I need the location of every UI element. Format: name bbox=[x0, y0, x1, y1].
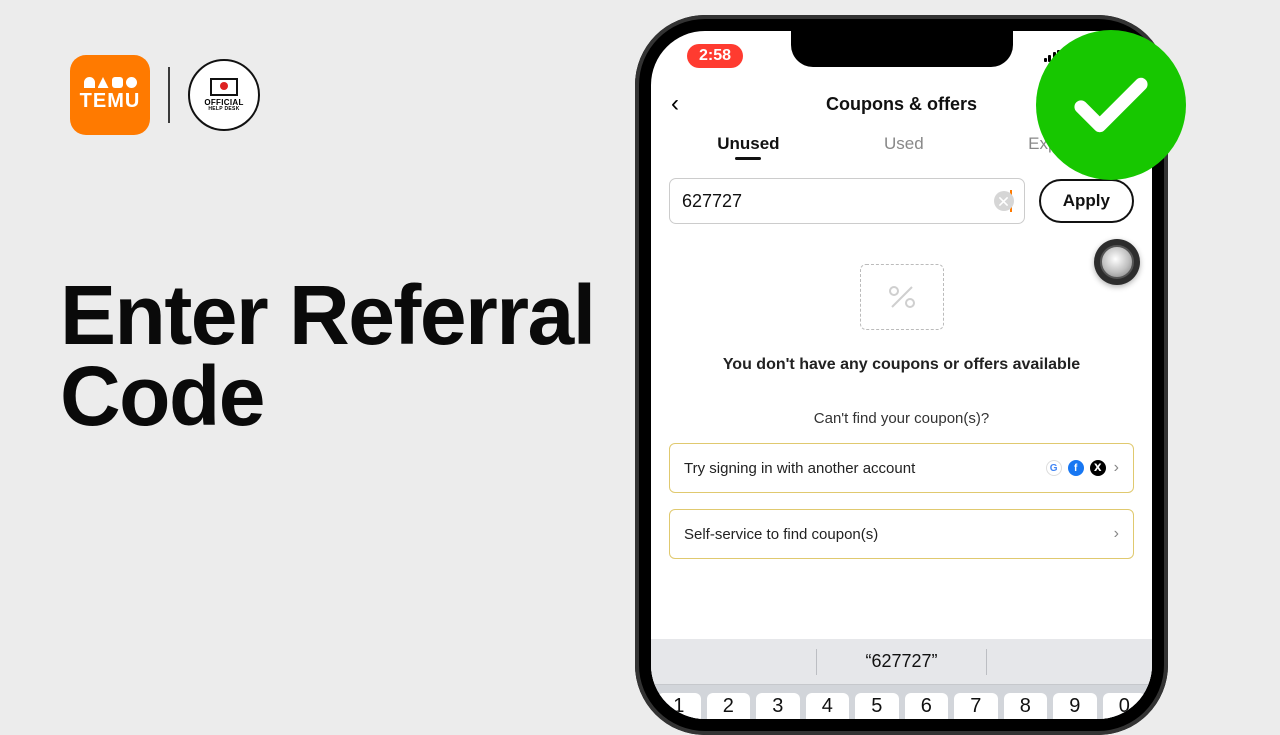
signin-card-label: Try signing in with another account bbox=[684, 460, 915, 477]
google-icon: G bbox=[1046, 460, 1062, 476]
key-5[interactable]: 5 bbox=[855, 693, 899, 719]
assistive-touch-button[interactable] bbox=[1094, 239, 1140, 285]
screen-title: Coupons & offers bbox=[826, 94, 977, 115]
key-1[interactable]: 1 bbox=[657, 693, 701, 719]
phone-notch bbox=[791, 31, 1013, 67]
tab-used[interactable]: Used bbox=[876, 127, 932, 164]
code-input-row: Apply bbox=[651, 164, 1152, 234]
keyboard-row: 1 2 3 4 5 6 7 8 9 0 bbox=[651, 685, 1152, 719]
status-time: 2:58 bbox=[687, 44, 743, 68]
keyboard: “627727” 1 2 3 4 5 6 7 8 9 0 bbox=[651, 639, 1152, 719]
temu-logo-icons bbox=[84, 77, 137, 88]
check-icon bbox=[1066, 60, 1156, 150]
page-title: Enter Referral Code bbox=[60, 275, 595, 438]
self-service-card[interactable]: Self-service to find coupon(s) › bbox=[669, 509, 1134, 559]
code-input[interactable] bbox=[682, 191, 1012, 212]
facebook-icon: f bbox=[1068, 460, 1084, 476]
empty-message: You don't have any coupons or offers ava… bbox=[723, 356, 1080, 374]
logo-divider bbox=[168, 67, 170, 123]
key-6[interactable]: 6 bbox=[905, 693, 949, 719]
headline-line-1: Enter Referral bbox=[60, 275, 595, 356]
temu-logo-text: TEMU bbox=[80, 90, 141, 113]
empty-state: You don't have any coupons or offers ava… bbox=[651, 264, 1152, 427]
chevron-right-icon: › bbox=[1114, 525, 1119, 543]
key-3[interactable]: 3 bbox=[756, 693, 800, 719]
chevron-right-icon: › bbox=[1114, 459, 1119, 477]
x-icon: 𝗫 bbox=[1090, 460, 1106, 476]
clear-input-button[interactable] bbox=[994, 191, 1014, 211]
helpdesk-logo: OFFICIAL HELP DESK bbox=[188, 59, 260, 131]
self-service-label: Self-service to find coupon(s) bbox=[684, 526, 878, 543]
apply-button[interactable]: Apply bbox=[1039, 179, 1134, 223]
signin-card-icons: G f 𝗫 › bbox=[1046, 459, 1119, 477]
temu-logo: TEMU bbox=[70, 55, 150, 135]
empty-hint: Can't find your coupon(s)? bbox=[814, 410, 989, 427]
keyboard-suggestion[interactable]: “627727” bbox=[651, 639, 1152, 685]
key-7[interactable]: 7 bbox=[954, 693, 998, 719]
success-check-badge bbox=[1036, 30, 1186, 180]
key-9[interactable]: 9 bbox=[1053, 693, 1097, 719]
coupon-placeholder-icon bbox=[860, 264, 944, 330]
key-8[interactable]: 8 bbox=[1004, 693, 1048, 719]
back-button[interactable]: ‹ bbox=[671, 92, 679, 116]
logo-row: TEMU OFFICIAL HELP DESK bbox=[70, 55, 260, 135]
tab-unused[interactable]: Unused bbox=[709, 127, 787, 164]
signin-other-account-card[interactable]: Try signing in with another account G f … bbox=[669, 443, 1134, 493]
headline-line-2: Code bbox=[60, 356, 595, 437]
helpdesk-text-bottom: HELP DESK bbox=[208, 107, 239, 112]
key-2[interactable]: 2 bbox=[707, 693, 751, 719]
code-input-wrap[interactable] bbox=[669, 178, 1025, 224]
key-0[interactable]: 0 bbox=[1103, 693, 1147, 719]
key-4[interactable]: 4 bbox=[806, 693, 850, 719]
